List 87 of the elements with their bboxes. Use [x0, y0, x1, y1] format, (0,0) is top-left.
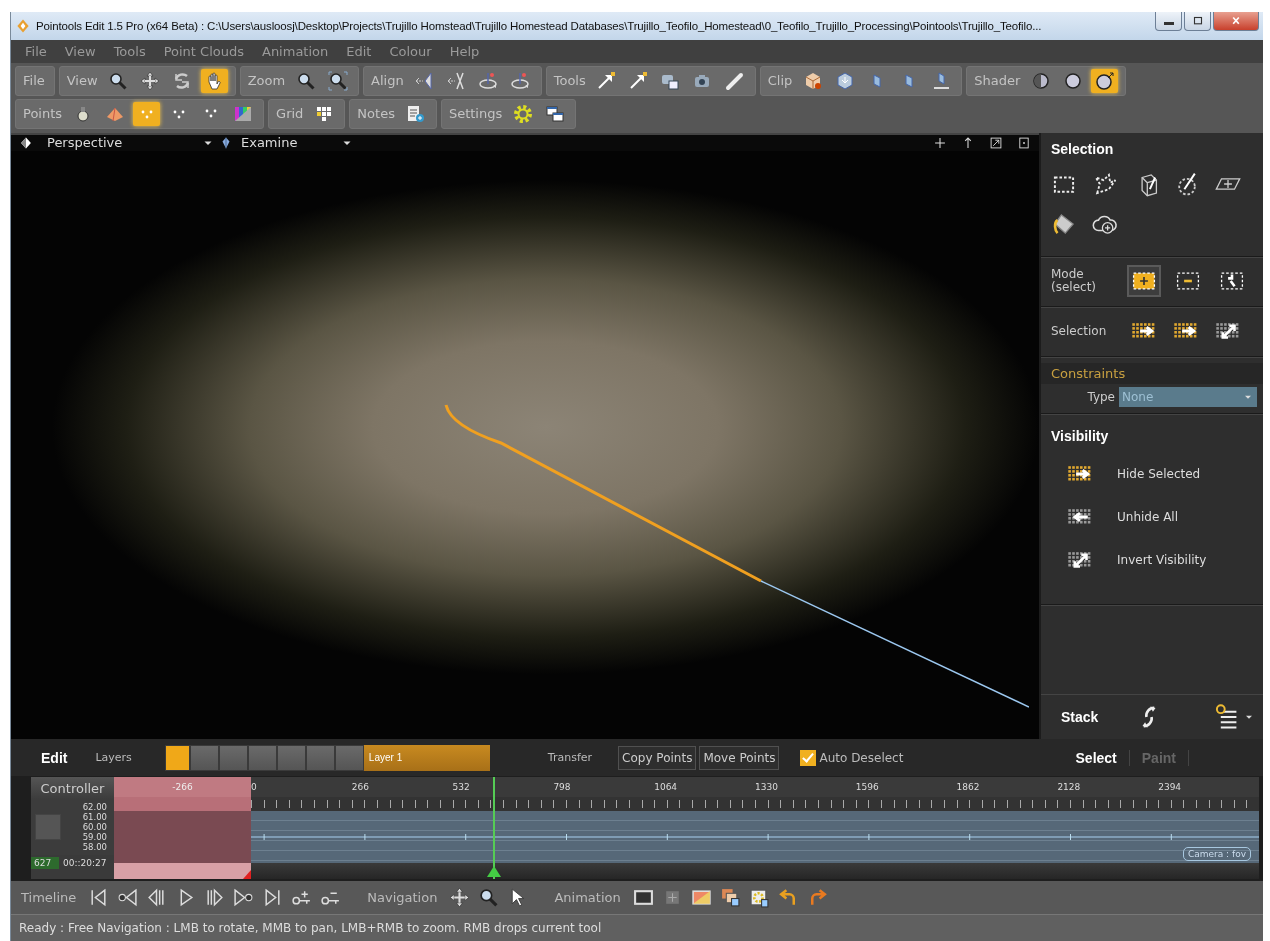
- split-diamond-icon[interactable]: [19, 135, 33, 150]
- panel-heading: Selection: [1051, 140, 1115, 157]
- status-bar: Ready : Free Navigation : LMB to rotate, MMB to pan, LMB+RMB to zoom. RMB drops current tool: [11, 914, 1263, 941]
- menu-item[interactable]: Edit: [346, 43, 372, 59]
- maximize-button[interactable]: [1184, 12, 1211, 31]
- plus-icon[interactable]: [933, 135, 947, 150]
- track-button[interactable]: [35, 814, 61, 841]
- menu-item[interactable]: Colour: [389, 43, 432, 59]
- axis-value: 61.00: [81, 812, 107, 823]
- mode-tab[interactable]: Paint: [1129, 749, 1189, 766]
- toolbar-label: Zoom: [247, 73, 286, 89]
- toolbar-label: Grid: [276, 106, 304, 122]
- time-counter: 00::20:27: [62, 858, 107, 869]
- menu-item[interactable]: Point Clouds: [163, 43, 244, 59]
- ruler-label: 0: [251, 782, 258, 792]
- gear-frame-icon[interactable]: [748, 887, 770, 909]
- menu-item[interactable]: View: [64, 43, 96, 59]
- mode-label: Mode (select): [1051, 267, 1098, 296]
- toolbar-label: Points: [23, 106, 63, 122]
- toolbar-label: Settings: [448, 106, 503, 122]
- step-forward-icon[interactable]: [204, 887, 226, 909]
- axis-value: 62.00: [81, 802, 107, 813]
- transfer-button[interactable]: Move Points: [699, 745, 780, 770]
- dropdown-value: None: [1122, 389, 1154, 404]
- toolbar-label: Notes: [357, 106, 395, 122]
- constraints-heading: Constraints: [1041, 362, 1263, 384]
- mode-tab[interactable]: Select: [1063, 749, 1130, 766]
- toolbar-label: View: [66, 73, 98, 89]
- axis-value: 60.00: [81, 822, 107, 833]
- ruler-label: 2394: [1158, 782, 1183, 792]
- menu-item[interactable]: Help: [449, 43, 480, 59]
- panel-heading: Stack: [1061, 709, 1099, 726]
- window-title: Pointools Edit 1.5 Pro (x64 Beta) : C:\Users\ausloosj\Desktop\Projects\Trujillo Homstead\Trujillo Homestead Databases\Trujillo_Teofilo_Homestead\0_Teofilo_Trujillo_Processing\Pointools\Trujillo_Teofilo...: [36, 20, 1043, 32]
- checkbox-label[interactable]: Auto Deselect: [819, 750, 904, 765]
- next-key-icon[interactable]: [233, 887, 255, 909]
- ruler-label: 1330: [755, 782, 779, 792]
- type-label: Type: [1087, 389, 1115, 404]
- toolbar-label: Timeline: [21, 890, 77, 906]
- toolbar-label: Animation: [554, 890, 621, 906]
- projection-dropdown[interactable]: Perspective: [47, 135, 197, 151]
- app-logo-icon: [15, 18, 31, 34]
- ruler-label: -266: [171, 782, 194, 792]
- windows-stack-icon[interactable]: [719, 887, 741, 909]
- panel-heading: Visibility: [1051, 427, 1110, 444]
- menu-item[interactable]: File: [25, 43, 47, 59]
- toolbar-label: Clip: [767, 73, 793, 89]
- ruler-label: 2128: [1057, 782, 1082, 792]
- visibility-action[interactable]: Hide Selected: [1117, 466, 1201, 481]
- axis-value: 59.00: [81, 832, 107, 843]
- ruler-label: 1862: [956, 782, 981, 792]
- toolbar-label: Navigation: [367, 890, 438, 906]
- layer-button[interactable]: Layer 1: [363, 744, 490, 771]
- auto-deselect-checkbox[interactable]: [800, 749, 817, 766]
- ruler-label: 266: [351, 782, 370, 792]
- selection-label: Selection: [1051, 324, 1107, 339]
- expand-icon[interactable]: [989, 135, 1003, 150]
- magnifier-icon[interactable]: [478, 887, 500, 909]
- previous-key-icon[interactable]: [117, 887, 139, 909]
- minimize-button[interactable]: [1155, 12, 1182, 31]
- visibility-action[interactable]: Invert Visibility: [1117, 552, 1207, 567]
- toolbar-label[interactable]: File: [23, 73, 45, 89]
- toolbar-label: Shader: [974, 73, 1021, 89]
- toolbar-label: Tools: [553, 73, 586, 89]
- mode-button[interactable]: [1127, 265, 1161, 298]
- ruler-label: 1064: [654, 782, 679, 792]
- type-dropdown[interactable]: None: [1119, 386, 1257, 407]
- edit-heading: Edit: [41, 749, 68, 766]
- close-button[interactable]: [1213, 12, 1259, 31]
- controller-header: Controller: [31, 777, 114, 800]
- list-gear-icon[interactable]: [1213, 704, 1239, 731]
- ruler-label: 798: [553, 782, 572, 792]
- mode-dropdown[interactable]: Examine: [241, 135, 336, 151]
- toolbar-label: Align: [371, 73, 404, 89]
- transfer-button[interactable]: Copy Points: [618, 745, 697, 770]
- transfer-label: Transfer: [547, 751, 593, 765]
- ruler-label: 532: [452, 782, 471, 792]
- layers-label: Layers: [95, 751, 132, 765]
- ruler-label: 1596: [855, 782, 880, 792]
- menu-item[interactable]: Tools: [113, 43, 146, 59]
- frame-counter: 627: [31, 857, 59, 870]
- menu-item[interactable]: Animation: [262, 43, 329, 59]
- track-label: Camera : fov: [1182, 847, 1251, 862]
- layer-slot[interactable]: [164, 744, 190, 771]
- move-arrows-icon[interactable]: [449, 887, 471, 909]
- minimize-icon: [1163, 22, 1174, 25]
- axis-value: 58.00: [81, 842, 107, 853]
- visibility-action[interactable]: Unhide All: [1117, 509, 1179, 524]
